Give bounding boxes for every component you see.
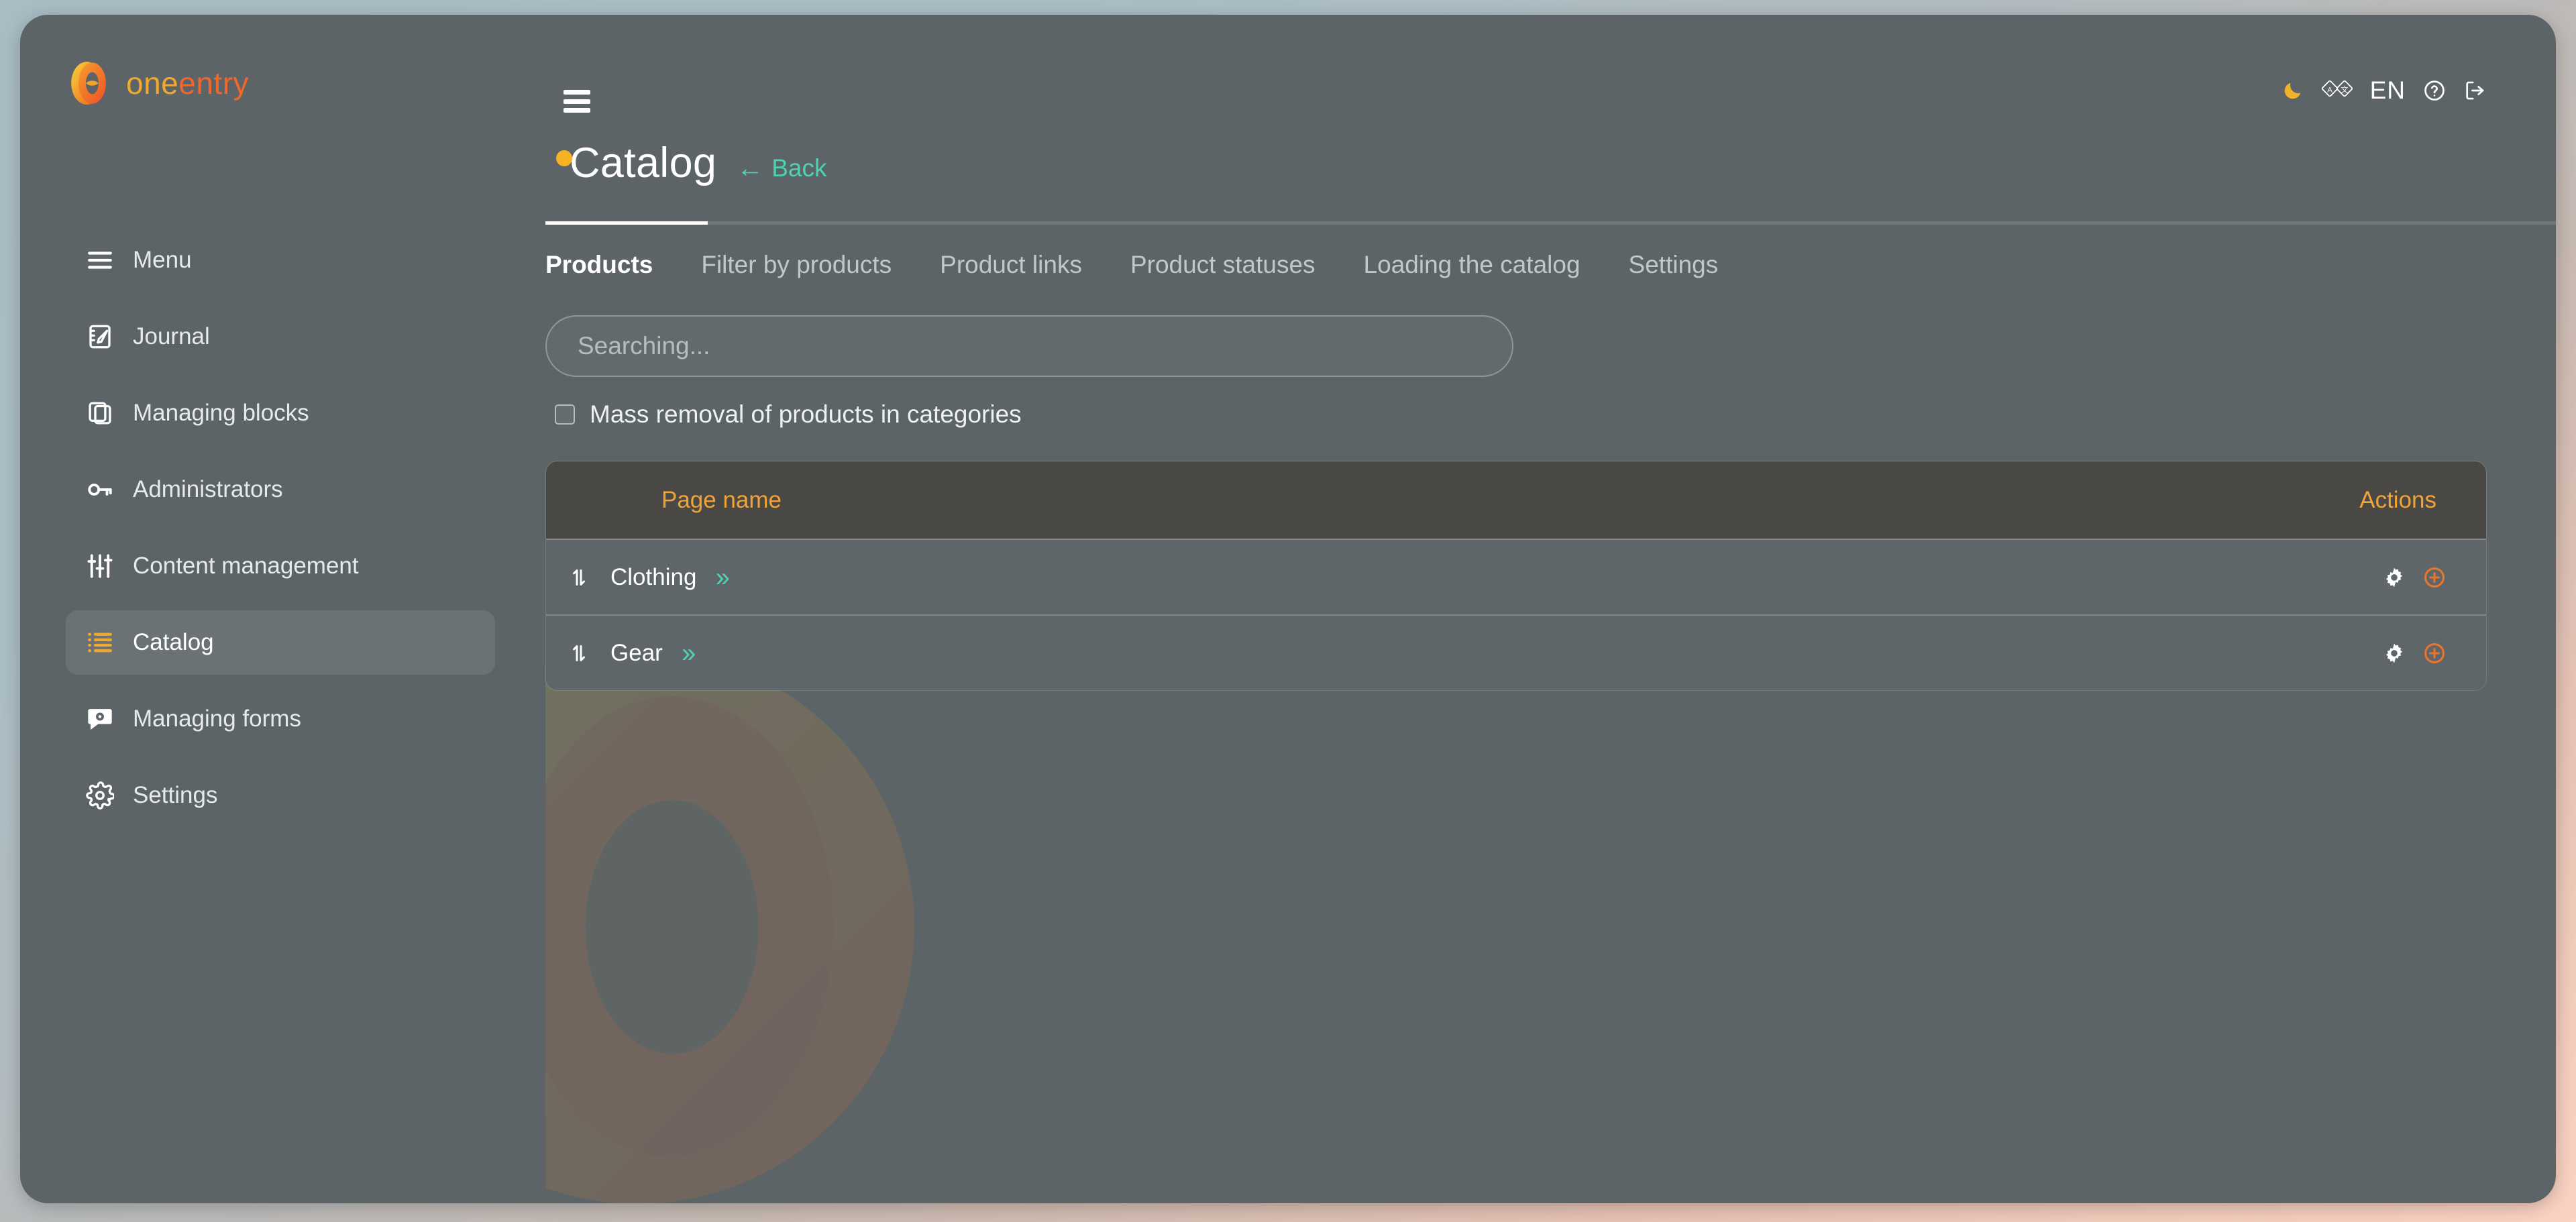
oneentry-ring-logo-icon [71, 62, 106, 105]
sort-updown-icon[interactable] [565, 565, 593, 590]
sidebar-item-journal[interactable]: Journal [66, 304, 495, 369]
sidebar-item-label: Catalog [133, 629, 214, 655]
back-link[interactable]: ← Back [737, 154, 826, 182]
tab-product-links[interactable]: Product links [916, 251, 1106, 279]
sliders-icon [86, 552, 114, 580]
row-page-name: Gear [610, 639, 663, 666]
hamburger-menu-icon [86, 246, 114, 274]
sidebar-item-settings[interactable]: Settings [66, 763, 495, 828]
topbar-actions: A 文 EN [2282, 76, 2486, 105]
tab-bar: Products Filter by products Product link… [545, 251, 1742, 279]
sort-updown-icon[interactable] [565, 641, 593, 665]
sidebar-item-content-management[interactable]: Content management [66, 534, 495, 598]
sidebar-nav: Menu Journal Managing blocks Administrat… [66, 228, 495, 840]
language-code[interactable]: EN [2370, 76, 2406, 105]
translate-icon[interactable]: A 文 [2321, 79, 2353, 102]
topbar: A 文 EN [545, 15, 2556, 142]
page-header: Catalog ← Back [545, 142, 827, 184]
row-actions [2383, 642, 2446, 665]
table-row[interactable]: Gear ›› [546, 614, 2486, 690]
hamburger-bar [564, 90, 590, 95]
sidebar-item-menu[interactable]: Menu [66, 228, 495, 292]
hamburger-bar [564, 99, 590, 104]
tab-products[interactable]: Products [545, 251, 677, 279]
gear-icon[interactable] [2383, 566, 2406, 589]
status-dot [556, 150, 572, 166]
products-table: Page name Actions Clothing ›› Gear ›› [545, 461, 2487, 691]
gear-icon [86, 781, 114, 810]
sidebar-item-label: Content management [133, 553, 359, 579]
back-arrow-icon: ← [737, 154, 764, 183]
sidebar-item-label: Journal [133, 323, 210, 349]
table-row[interactable]: Clothing ›› [546, 539, 2486, 614]
double-chevron-right-icon[interactable]: ›› [715, 564, 730, 591]
tab-settings[interactable]: Settings [1605, 251, 1743, 279]
sidebar-item-administrators[interactable]: Administrators [66, 457, 495, 522]
key-icon [86, 476, 114, 504]
help-circle-icon[interactable] [2423, 79, 2446, 102]
sidebar-item-label: Managing forms [133, 706, 301, 732]
brand-logo[interactable]: oneentry [66, 60, 249, 106]
logout-icon[interactable] [2463, 79, 2486, 102]
table-header-row: Page name Actions [546, 461, 2486, 539]
main-content: A 文 EN Catalog ← Back Products Filter by… [545, 15, 2556, 1203]
list-bullet-icon [86, 628, 114, 657]
search-field-wrapper[interactable] [545, 315, 1513, 377]
sidebar-item-label: Menu [133, 247, 192, 273]
tab-product-statuses[interactable]: Product statuses [1106, 251, 1340, 279]
title-underline-track [545, 221, 2556, 225]
title-underline-active [545, 221, 708, 225]
sidebar-item-catalog[interactable]: Catalog [66, 610, 495, 675]
mass-removal-checkbox[interactable] [555, 404, 575, 425]
brand-name-entry: entry [178, 66, 250, 101]
page-title: Catalog [570, 140, 717, 186]
brand-wordmark: oneentry [126, 65, 249, 101]
row-page-name: Clothing [610, 563, 697, 590]
copy-blocks-icon [86, 399, 114, 427]
sidebar-item-label: Settings [133, 782, 218, 808]
sidebar-item-label: Administrators [133, 476, 283, 502]
app-window: oneentry Menu Journal Managing blocks Ad… [20, 15, 2556, 1203]
search-input[interactable] [578, 332, 1481, 360]
mass-removal-label: Mass removal of products in categories [590, 400, 1022, 428]
sidebar-item-label: Managing blocks [133, 400, 309, 426]
add-circle-icon[interactable] [2423, 642, 2446, 665]
brand-name-one: one [126, 66, 179, 101]
tab-loading-the-catalog[interactable]: Loading the catalog [1340, 251, 1605, 279]
sidebar-item-managing-forms[interactable]: Managing forms [66, 687, 495, 751]
sidebar: oneentry Menu Journal Managing blocks Ad… [20, 15, 545, 1203]
mass-removal-checkbox-row[interactable]: Mass removal of products in categories [555, 400, 1022, 429]
sidebar-item-managing-blocks[interactable]: Managing blocks [66, 381, 495, 445]
tab-filter-by-products[interactable]: Filter by products [677, 251, 916, 279]
moon-icon[interactable] [2282, 79, 2304, 102]
column-header-actions: Actions [2359, 486, 2436, 513]
svg-text:文: 文 [2341, 85, 2348, 95]
chat-gear-icon [86, 705, 114, 733]
row-actions [2383, 566, 2446, 589]
journal-notebook-icon [86, 323, 114, 351]
double-chevron-right-icon[interactable]: ›› [682, 640, 696, 667]
back-label: Back [771, 154, 827, 182]
hamburger-icon[interactable] [564, 90, 590, 113]
column-header-page-name[interactable]: Page name [661, 487, 782, 514]
hamburger-bar [564, 108, 590, 113]
gear-icon[interactable] [2383, 642, 2406, 665]
add-circle-icon[interactable] [2423, 566, 2446, 589]
svg-text:A: A [2327, 87, 2332, 95]
